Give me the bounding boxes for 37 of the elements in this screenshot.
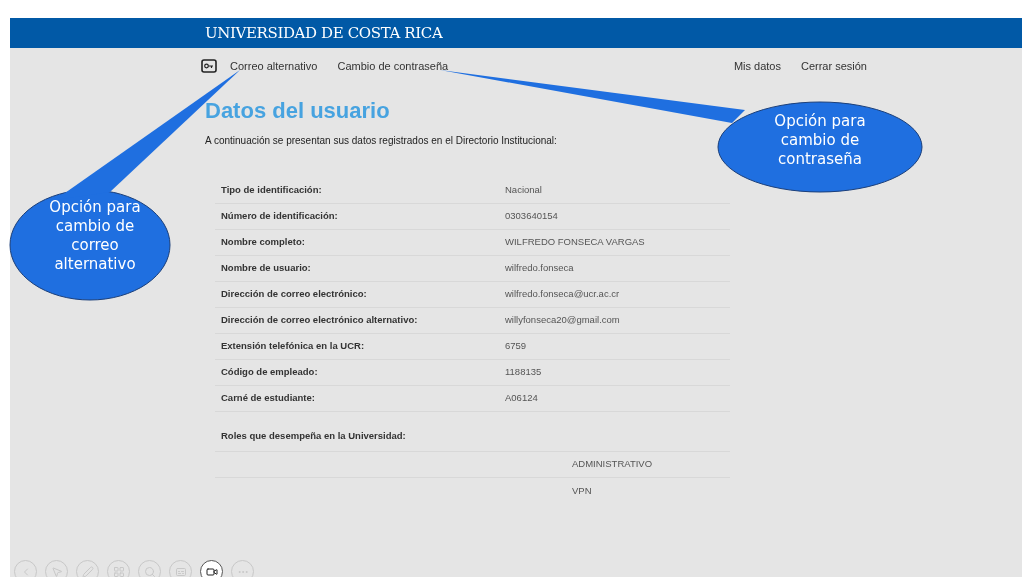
field-label: Carné de estudiante:	[220, 391, 316, 406]
field-value: wilfredo.fonseca@ucr.ac.cr	[505, 287, 620, 302]
roles-label: Roles que desempeña en la Universidad:	[220, 428, 406, 443]
field-value: 1188135	[505, 365, 542, 380]
nav-link[interactable]: Cambio de contraseña	[337, 57, 449, 75]
field-label: Código de empleado:	[220, 365, 319, 380]
nav-link[interactable]: Correo alternativo	[230, 57, 318, 75]
field-value: willyfonseca20@gmail.com	[505, 313, 620, 328]
pointer-icon	[50, 565, 63, 577]
field-label: Nombre de usuario:	[220, 261, 312, 276]
intro-text: A continuación se presentan sus datos registrados en el Directorio Institucional:	[205, 134, 558, 148]
callout-text: Opción para cambio de contraseña	[773, 112, 867, 169]
slideshow-control-button[interactable]	[200, 560, 223, 577]
nav-link[interactable]: Cerrar sesión	[800, 57, 867, 75]
captions-icon	[174, 565, 187, 577]
search-icon	[143, 565, 156, 577]
nav-link[interactable]: Mis datos	[733, 57, 781, 75]
pen-icon	[81, 565, 94, 577]
role-value: ADMINISTRATIVO	[571, 457, 653, 472]
field-label: Tipo de identificación:	[220, 183, 323, 198]
field-label: Número de identificación:	[220, 209, 339, 224]
field-value: WILFREDO FONSECA VARGAS	[505, 235, 645, 250]
page-heading: Datos del usuario	[205, 97, 391, 125]
university-logo-text: UNIVERSIDAD DE COSTA RICA	[205, 22, 443, 44]
grid-icon	[112, 565, 125, 577]
role-value: VPN	[571, 483, 592, 498]
field-value: 6759	[505, 339, 527, 354]
callout-text: Opción para cambio de correo alternativo	[48, 198, 142, 274]
field-label: Nombre completo:	[220, 235, 306, 250]
field-label: Extensión telefónica en la UCR:	[220, 339, 366, 354]
field-value: 0303640154	[505, 209, 558, 224]
field-label: Dirección de correo electrónico:	[220, 287, 368, 302]
field-value: Nacional	[505, 183, 542, 198]
field-value: A06124	[505, 391, 538, 406]
video-camera-icon	[205, 565, 218, 577]
field-value: wilfredo.fonseca	[505, 261, 574, 276]
field-label: Dirección de correo electrónico alternativo:	[220, 313, 419, 328]
